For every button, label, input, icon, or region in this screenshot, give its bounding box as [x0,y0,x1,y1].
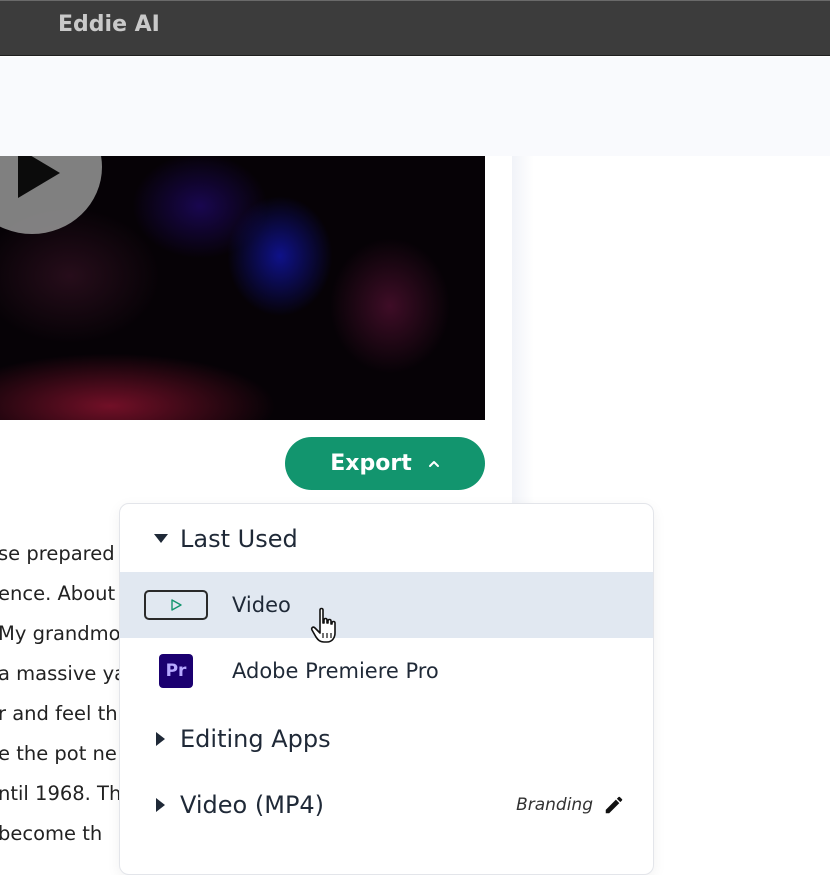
section-label: Last Used [180,525,298,553]
hand-cursor-icon [310,607,336,643]
menu-item-premiere[interactable]: Pr Adobe Premiere Pro [120,638,653,704]
play-icon [18,156,60,198]
video-preview[interactable] [0,156,485,420]
section-editing-apps[interactable]: Editing Apps [120,709,653,769]
section-last-used[interactable]: Last Used [120,509,653,569]
export-menu: Last Used Video Pr Adobe Premiere Pro Ed… [119,503,654,875]
export-button-label: Export [330,451,412,476]
section-label: Video (MP4) [180,791,325,819]
title-bar: Eddie AI [0,0,830,56]
menu-item-video[interactable]: Video [120,572,653,638]
section-video-mp4[interactable]: Video (MP4) Branding [120,775,653,835]
app-title: Eddie AI [58,12,160,37]
menu-item-label: Adobe Premiere Pro [232,659,439,683]
menu-item-label: Video [232,593,291,617]
pencil-icon [605,796,623,814]
caret-right-icon [144,798,178,812]
branding-label: Branding [516,795,593,815]
caret-right-icon [144,732,178,746]
export-button[interactable]: Export [285,437,485,490]
chevron-up-icon [428,460,439,467]
video-file-icon [144,590,208,620]
section-label: Editing Apps [180,725,331,753]
header-band [0,57,830,156]
play-button[interactable] [0,156,102,234]
branding-button[interactable]: Branding [516,794,625,816]
caret-down-icon [144,534,178,544]
premiere-pro-icon: Pr [159,654,193,688]
